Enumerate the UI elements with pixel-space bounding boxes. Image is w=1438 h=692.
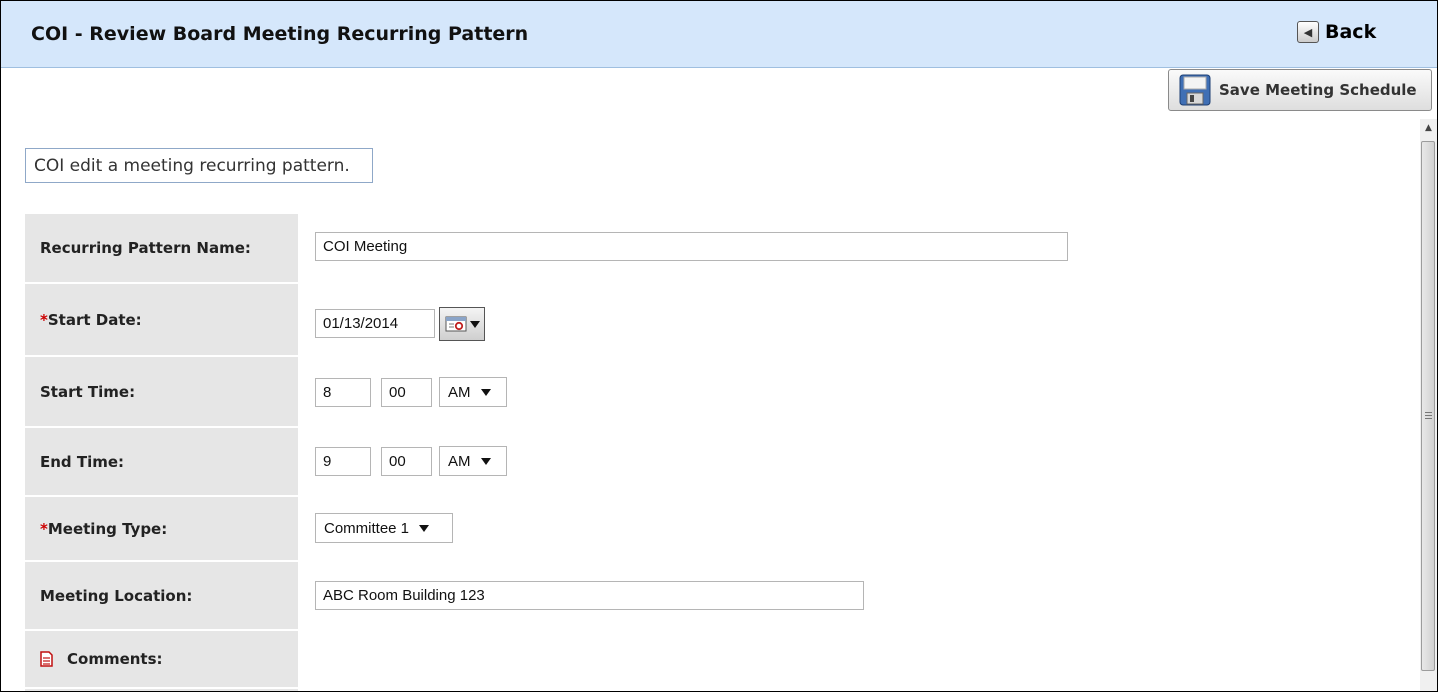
meeting-type-select[interactable]: Committee 1 [315, 513, 453, 543]
save-button-label: Save Meeting Schedule [1219, 81, 1417, 99]
dropdown-caret-icon [469, 320, 480, 328]
page-header: COI - Review Board Meeting Recurring Pat… [1, 1, 1437, 68]
page-title: COI - Review Board Meeting Recurring Pat… [31, 23, 529, 45]
end-ampm-value: AM [448, 452, 471, 470]
end-hour-input[interactable]: 9 [315, 447, 371, 476]
pattern-name-input[interactable]: COI Meeting [315, 232, 1068, 261]
dropdown-caret-icon [480, 457, 491, 465]
vertical-scrollbar[interactable]: ▲ [1420, 119, 1437, 691]
start-date-label-text: Start Date: [47, 310, 142, 329]
back-arrow-icon: ◀ [1297, 21, 1319, 43]
meeting-location-input[interactable]: ABC Room Building 123 [315, 581, 864, 610]
scroll-thumb[interactable] [1421, 141, 1435, 671]
start-minute-input[interactable]: 00 [381, 378, 432, 407]
page-description: COI edit a meeting recurring pattern. [25, 148, 373, 183]
calendar-picker-button[interactable] [439, 307, 485, 341]
dropdown-caret-icon [419, 524, 430, 532]
required-marker: * [40, 519, 48, 538]
floppy-disk-icon [1179, 74, 1211, 106]
start-time-label: Start Time: [25, 357, 298, 426]
end-ampm-select[interactable]: AM [439, 446, 507, 476]
back-button[interactable]: ◀ Back [1297, 19, 1376, 45]
start-date-input[interactable]: 01/13/2014 [315, 309, 435, 338]
meeting-location-label: Meeting Location: [25, 562, 298, 629]
end-minute-input[interactable]: 00 [381, 447, 432, 476]
comments-label: Comments: [25, 631, 298, 687]
start-hour-input[interactable]: 8 [315, 378, 371, 407]
meeting-type-label-text: Meeting Type: [47, 519, 168, 538]
meeting-type-value: Committee 1 [324, 519, 410, 537]
comments-label-text: Comments: [67, 650, 163, 668]
document-icon [40, 651, 53, 667]
end-time-label-text: End Time: [40, 452, 125, 471]
grip-icon [1425, 412, 1432, 421]
back-label: Back [1325, 21, 1377, 43]
meeting-type-label: * Meeting Type: [25, 497, 298, 560]
page-frame: COI - Review Board Meeting Recurring Pat… [0, 0, 1438, 692]
scroll-up-arrow-icon[interactable]: ▲ [1420, 123, 1437, 137]
dropdown-caret-icon [480, 388, 491, 396]
start-date-label: * Start Date: [25, 284, 298, 355]
pattern-name-label-text: Recurring Pattern Name: [40, 239, 251, 257]
start-ampm-select[interactable]: AM [439, 377, 507, 407]
start-time-label-text: Start Time: [40, 382, 136, 401]
end-time-label: End Time: [25, 428, 298, 495]
start-ampm-value: AM [448, 383, 471, 401]
save-meeting-schedule-button[interactable]: Save Meeting Schedule [1168, 69, 1432, 111]
required-marker: * [40, 310, 48, 329]
calendar-icon [445, 316, 466, 332]
meeting-location-label-text: Meeting Location: [40, 586, 193, 605]
pattern-name-label: Recurring Pattern Name: [25, 214, 298, 282]
